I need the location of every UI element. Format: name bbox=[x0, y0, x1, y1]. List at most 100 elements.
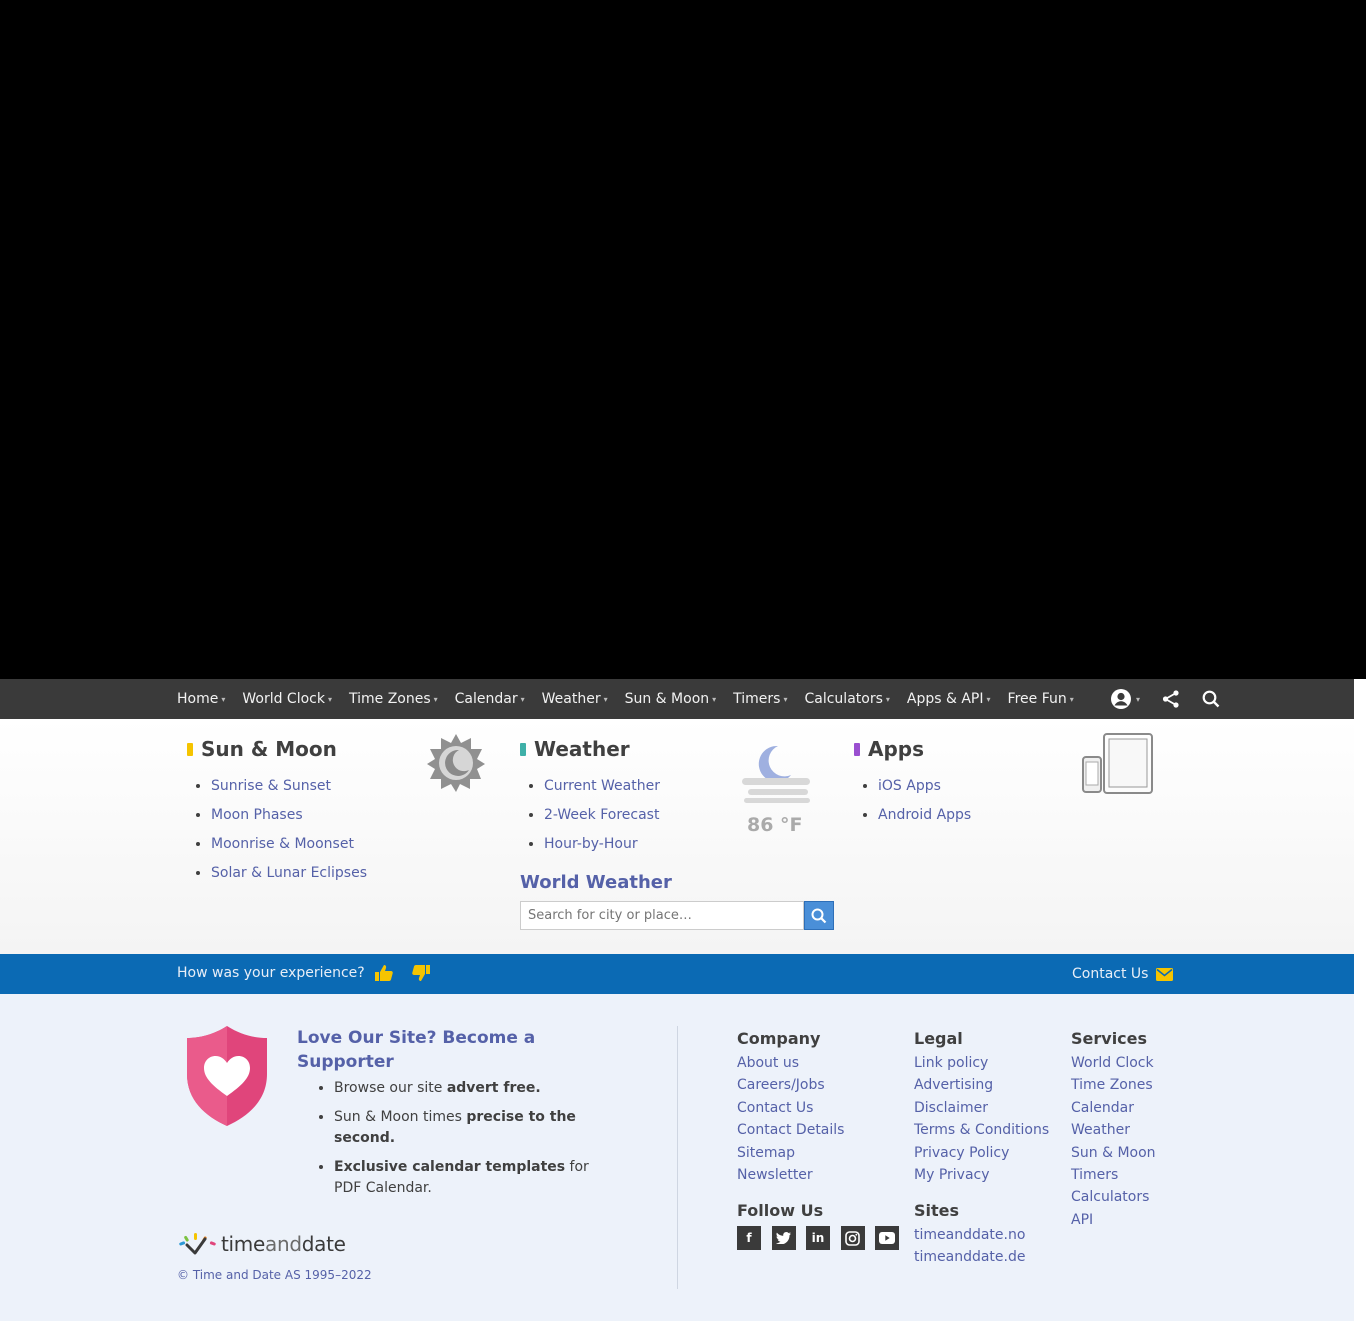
services-link[interactable]: Calculators bbox=[1071, 1186, 1156, 1208]
chevron-down-icon: ▾ bbox=[520, 694, 525, 704]
feedback-bar: How was your experience? Contact Us bbox=[0, 954, 1354, 994]
nav-item-label: Free Fun bbox=[1007, 691, 1067, 707]
sun-moon-links: Sunrise & Sunset Moon Phases Moonrise & Mo… bbox=[211, 772, 367, 888]
share-icon[interactable] bbox=[1162, 690, 1180, 708]
legal-link[interactable]: Privacy Policy bbox=[914, 1142, 1049, 1164]
supporter-benefit-pre: Sun & Moon times bbox=[334, 1109, 467, 1125]
sun-moon-link[interactable]: Sunrise & Sunset bbox=[211, 778, 331, 794]
weather-heading: Weather bbox=[520, 737, 660, 761]
weather-list-item: Current Weather bbox=[544, 772, 660, 801]
supporter-benefit: Browse our site advert free. bbox=[334, 1078, 601, 1099]
supporter-benefit-bold: Exclusive calendar templates bbox=[334, 1159, 566, 1175]
nav-item-label: Timers bbox=[733, 691, 781, 707]
facebook-icon[interactable]: f bbox=[737, 1226, 761, 1250]
nav-item-world-clock[interactable]: World Clock ▾ bbox=[242, 691, 332, 707]
apps-links: iOS Apps Android Apps bbox=[878, 772, 971, 830]
apps-link[interactable]: iOS Apps bbox=[878, 778, 941, 794]
services-link[interactable]: Calendar bbox=[1071, 1097, 1156, 1119]
services-link[interactable]: Weather bbox=[1071, 1119, 1156, 1141]
mail-icon[interactable] bbox=[1156, 966, 1173, 985]
services-column: Services World Clock Time Zones Calendar We… bbox=[1071, 1029, 1156, 1231]
nav-item-label: Calculators bbox=[804, 691, 883, 707]
search-icon bbox=[811, 908, 827, 923]
chevron-down-icon: ▾ bbox=[783, 694, 788, 704]
legal-link[interactable]: Disclaimer bbox=[914, 1097, 1049, 1119]
linkedin-icon[interactable]: in bbox=[806, 1226, 830, 1250]
services-link[interactable]: API bbox=[1071, 1209, 1156, 1231]
user-icon[interactable]: ▾ bbox=[1110, 688, 1140, 710]
sun-moon-heading: Sun & Moon bbox=[187, 737, 367, 761]
company-link[interactable]: Contact Us bbox=[737, 1097, 844, 1119]
chevron-down-icon: ▾ bbox=[986, 694, 991, 704]
search-icon[interactable] bbox=[1202, 690, 1220, 708]
nav-item-home[interactable]: Home ▾ bbox=[177, 691, 225, 707]
company-link[interactable]: Careers/Jobs bbox=[737, 1074, 844, 1096]
supporter-shield-icon bbox=[185, 1026, 269, 1130]
legal-link[interactable]: My Privacy bbox=[914, 1164, 1049, 1186]
nav-item-calculators[interactable]: Calculators ▾ bbox=[804, 691, 889, 707]
apps-list-item: Android Apps bbox=[878, 801, 971, 830]
youtube-icon[interactable] bbox=[875, 1226, 899, 1250]
company-link[interactable]: About us bbox=[737, 1052, 844, 1074]
services-link[interactable]: Sun & Moon bbox=[1071, 1142, 1156, 1164]
contact-us-link[interactable]: Contact Us bbox=[1072, 966, 1148, 982]
nav-item-time-zones[interactable]: Time Zones ▾ bbox=[349, 691, 438, 707]
nav-icons: ▾ bbox=[1110, 679, 1242, 719]
sun-moon-link[interactable]: Moonrise & Moonset bbox=[211, 836, 354, 852]
company-link[interactable]: Sitemap bbox=[737, 1142, 844, 1164]
services-link[interactable]: Time Zones bbox=[1071, 1074, 1156, 1096]
nav-item-label: Weather bbox=[541, 691, 601, 707]
logo-text: timeanddate bbox=[221, 1232, 346, 1256]
thumbs-up-icon[interactable] bbox=[374, 964, 394, 986]
twitter-icon[interactable] bbox=[771, 1226, 796, 1250]
nav-item-weather[interactable]: Weather ▾ bbox=[542, 691, 608, 707]
nav-item-apps-api[interactable]: Apps & API ▾ bbox=[907, 691, 991, 707]
sites-link[interactable]: timeanddate.no bbox=[914, 1224, 1026, 1246]
legal-link[interactable]: Terms & Conditions bbox=[914, 1119, 1049, 1141]
nav-item-free-fun[interactable]: Free Fun ▾ bbox=[1008, 691, 1074, 707]
world-weather-search-input[interactable] bbox=[520, 901, 804, 930]
nav-item-label: World Clock bbox=[242, 691, 325, 707]
legal-column: Legal Link policy Advertising Disclaimer Te… bbox=[914, 1029, 1049, 1186]
legal-link[interactable]: Advertising bbox=[914, 1074, 1049, 1096]
sun-moon-link[interactable]: Moon Phases bbox=[211, 807, 303, 823]
apps-link[interactable]: Android Apps bbox=[878, 807, 971, 823]
instagram-icon[interactable] bbox=[840, 1226, 865, 1250]
nav-item-label: Sun & Moon bbox=[624, 691, 710, 707]
world-weather-search-button[interactable] bbox=[804, 901, 834, 930]
services-link[interactable]: Timers bbox=[1071, 1164, 1156, 1186]
services-link[interactable]: World Clock bbox=[1071, 1052, 1156, 1074]
sites-heading: Sites bbox=[914, 1201, 960, 1220]
weather-link[interactable]: 2-Week Forecast bbox=[544, 807, 659, 823]
thumbs-down-icon[interactable] bbox=[411, 964, 431, 986]
nav-item-sun-moon[interactable]: Sun & Moon ▾ bbox=[625, 691, 717, 707]
feedback-question: How was your experience? bbox=[177, 965, 365, 981]
legal-link[interactable]: Link policy bbox=[914, 1052, 1049, 1074]
apps-accent bbox=[854, 742, 860, 756]
copyright: © Time and Date AS 1995–2022 bbox=[177, 1268, 372, 1282]
sun-moon-list-item: Sunrise & Sunset bbox=[211, 772, 367, 801]
nav-item-label: Home bbox=[177, 691, 219, 707]
nav-item-calendar[interactable]: Calendar ▾ bbox=[455, 691, 525, 707]
sun-moon-column: Sun & Moon Sunrise & Sunset Moon Phases Mo… bbox=[187, 737, 367, 888]
supporter-benefit-pre: Browse our site bbox=[334, 1080, 447, 1096]
footer-divider bbox=[677, 1026, 678, 1289]
company-link[interactable]: Newsletter bbox=[737, 1164, 844, 1186]
logo-icon bbox=[179, 1233, 216, 1255]
nav-item-label: Time Zones bbox=[348, 691, 431, 707]
nav-item-timers[interactable]: Timers ▾ bbox=[733, 691, 787, 707]
current-temperature: 86 °F bbox=[747, 814, 803, 836]
apps-list-item: iOS Apps bbox=[878, 772, 971, 801]
fog-night-icon bbox=[740, 743, 812, 809]
main-nav: Home ▾ World Clock ▾ Time Zones ▾ Calendar ▾ Wea… bbox=[0, 679, 1354, 719]
chevron-down-icon: ▾ bbox=[221, 694, 226, 704]
weather-link[interactable]: Current Weather bbox=[544, 778, 660, 794]
timeanddate-logo[interactable]: timeanddate bbox=[177, 1232, 346, 1256]
sun-moon-link[interactable]: Solar & Lunar Eclipses bbox=[211, 865, 367, 881]
supporter-benefits: Browse our site advert free. Sun & Moon t… bbox=[316, 1078, 601, 1207]
company-link[interactable]: Contact Details bbox=[737, 1119, 844, 1141]
sites-link[interactable]: timeanddate.de bbox=[914, 1246, 1026, 1268]
weather-link[interactable]: Hour-by-Hour bbox=[544, 836, 638, 852]
follow-heading: Follow Us bbox=[737, 1201, 824, 1220]
nav-item-label: Apps & API bbox=[906, 691, 984, 707]
